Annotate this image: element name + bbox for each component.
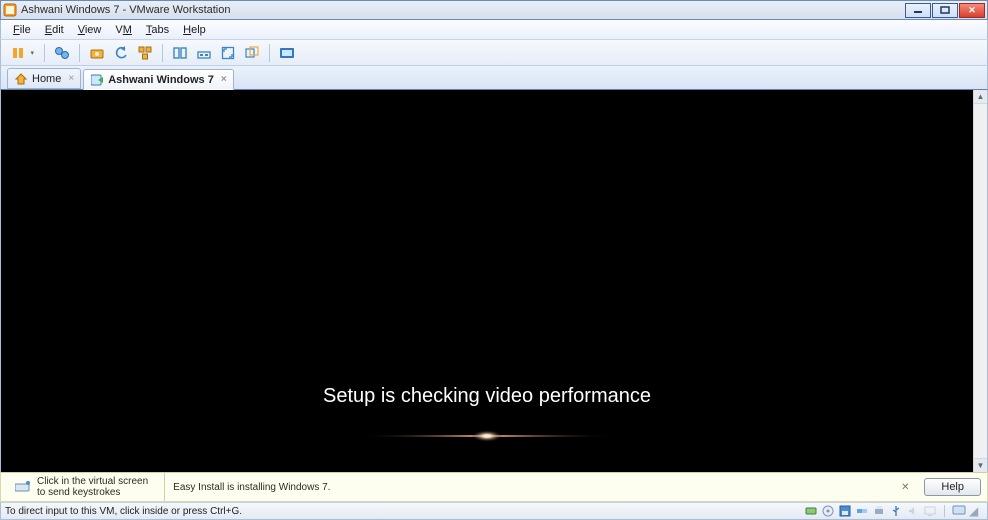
vm-display-area: Setup is checking video performance <box>0 90 988 472</box>
vm-play-icon <box>90 73 104 87</box>
snapshot-manager-icon <box>138 46 152 60</box>
scroll-up-icon[interactable]: ▲ <box>974 90 987 104</box>
separator <box>79 44 80 62</box>
separator <box>944 505 945 517</box>
pause-icon <box>11 46 25 60</box>
snapshot-button[interactable] <box>52 43 72 63</box>
library-icon <box>173 46 187 60</box>
power-button[interactable] <box>7 43 37 63</box>
scroll-down-icon[interactable]: ▼ <box>974 458 987 472</box>
light-flare <box>357 430 617 442</box>
separator <box>162 44 163 62</box>
close-button[interactable]: ✕ <box>959 3 985 18</box>
printer-icon[interactable] <box>872 504 886 518</box>
fullscreen-icon <box>221 46 235 60</box>
library-button[interactable] <box>170 43 190 63</box>
status-bar: To direct input to this VM, click inside… <box>0 502 988 520</box>
hint-keystrokes: Click in the virtual screento send keyst… <box>7 473 156 501</box>
cd-icon[interactable] <box>821 504 835 518</box>
minimize-button[interactable] <box>905 3 931 18</box>
app-icon <box>3 3 17 17</box>
hint-easy-install-text: Easy Install is installing Windows 7. <box>173 482 330 493</box>
snapshot-manager-button[interactable] <box>135 43 155 63</box>
hdd-icon[interactable] <box>804 504 818 518</box>
tab-vm-ashwani[interactable]: Ashwani Windows 7 × <box>83 69 233 90</box>
setup-message: Setup is checking video performance <box>323 385 651 408</box>
fullscreen-button[interactable] <box>218 43 238 63</box>
thumbnail-button[interactable] <box>194 43 214 63</box>
console-view-button[interactable] <box>277 43 297 63</box>
menu-help[interactable]: Help <box>177 22 212 38</box>
revert-icon <box>114 46 128 60</box>
status-tray: ◢ <box>804 504 983 518</box>
separator <box>269 44 270 62</box>
camera-icon <box>90 46 104 60</box>
window-title: Ashwani Windows 7 - VMware Workstation <box>21 4 904 16</box>
hint-bar: Click in the virtual screento send keyst… <box>0 472 988 502</box>
titlebar: Ashwani Windows 7 - VMware Workstation ✕ <box>0 0 988 20</box>
console-icon <box>279 46 295 60</box>
toolbar <box>0 40 988 66</box>
hint-easy-install: Easy Install is installing Windows 7. <box>164 473 338 501</box>
snapshot-take-button[interactable] <box>87 43 107 63</box>
snapshot-revert-button[interactable] <box>111 43 131 63</box>
tab-home[interactable]: Home × <box>7 68 81 89</box>
maximize-button[interactable] <box>932 3 958 18</box>
resize-grip[interactable]: ◢ <box>969 504 983 518</box>
separator <box>44 44 45 62</box>
hint-close-icon[interactable]: ✕ <box>898 480 912 494</box>
tabstrip: Home × Ashwani Windows 7 × <box>0 66 988 90</box>
menu-edit[interactable]: Edit <box>39 22 70 38</box>
tab-close-icon[interactable]: × <box>221 74 227 85</box>
menu-vm[interactable]: VM <box>109 22 138 38</box>
vertical-scrollbar[interactable]: ▲ ▼ <box>973 90 987 472</box>
keyboard-icon <box>15 479 31 495</box>
sound-icon[interactable] <box>906 504 920 518</box>
thumbnail-icon <box>197 46 211 60</box>
menubar: File Edit View VM Tabs Help <box>0 20 988 40</box>
tab-close-icon[interactable]: × <box>68 73 74 84</box>
help-button[interactable]: Help <box>924 478 981 496</box>
home-icon <box>14 72 28 86</box>
vm-screen[interactable]: Setup is checking video performance <box>1 90 973 472</box>
menu-tabs[interactable]: Tabs <box>140 22 175 38</box>
floppy-icon[interactable] <box>838 504 852 518</box>
hint-keystrokes-text: Click in the virtual screento send keyst… <box>37 476 148 498</box>
status-text: To direct input to this VM, click inside… <box>5 506 804 517</box>
tab-label: Ashwani Windows 7 <box>108 74 214 86</box>
unity-button[interactable] <box>242 43 262 63</box>
snapshot-icon <box>54 46 70 60</box>
menu-file[interactable]: File <box>7 22 37 38</box>
display-icon[interactable] <box>923 504 937 518</box>
menu-view[interactable]: View <box>72 22 108 38</box>
usb-icon[interactable] <box>889 504 903 518</box>
net-icon[interactable] <box>855 504 869 518</box>
tab-label: Home <box>32 73 61 85</box>
message-icon[interactable] <box>952 504 966 518</box>
unity-icon <box>245 46 259 60</box>
